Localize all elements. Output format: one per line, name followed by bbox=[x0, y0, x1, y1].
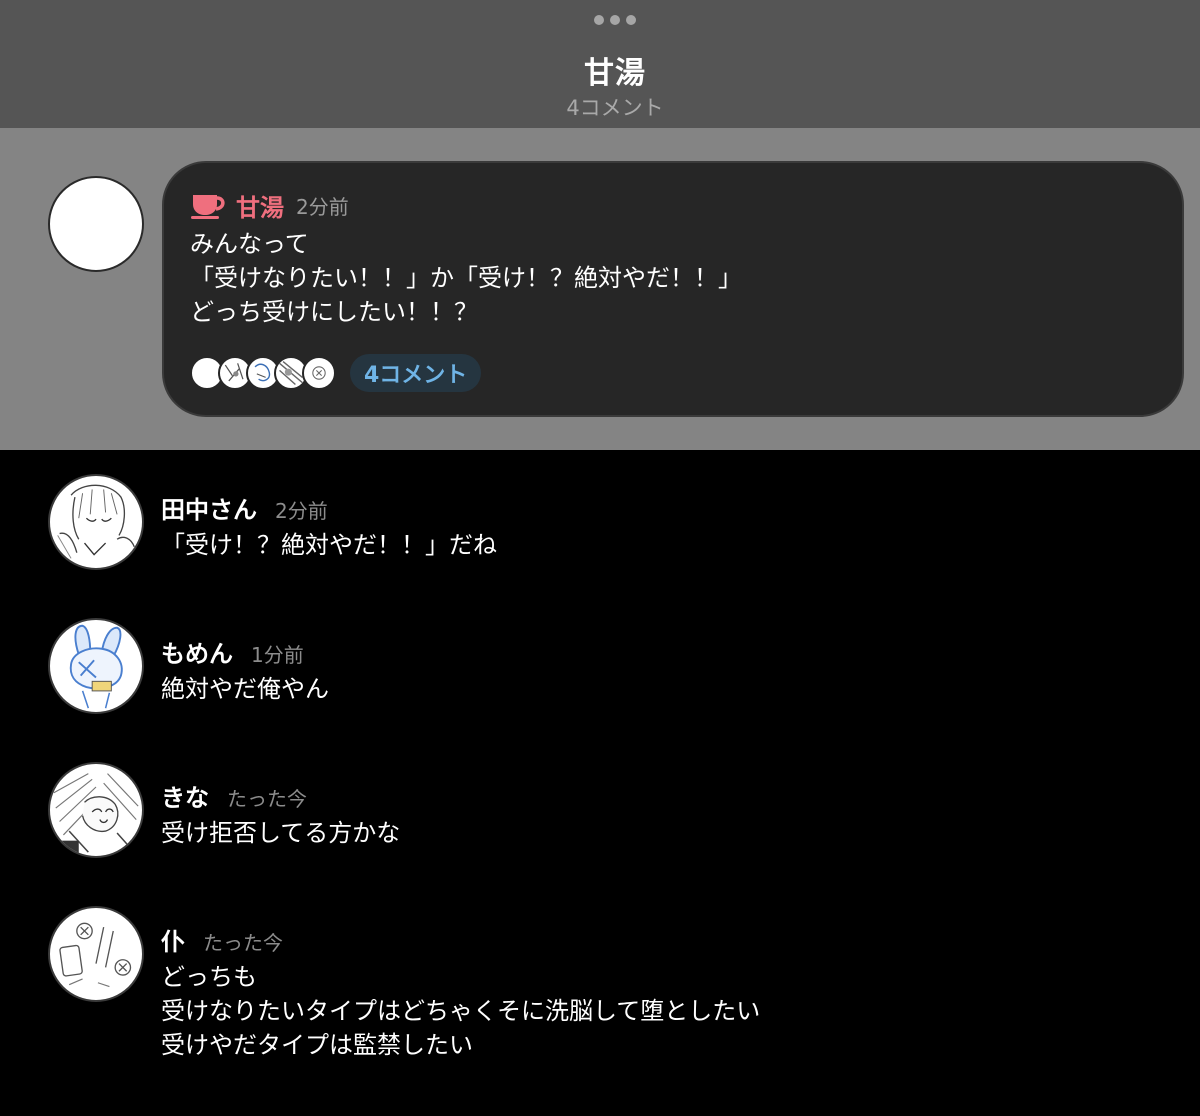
avatar[interactable] bbox=[48, 762, 144, 858]
avatar[interactable] bbox=[48, 176, 144, 272]
teacup-icon bbox=[191, 195, 225, 219]
thread-header: 甘湯 4コメント bbox=[0, 0, 1200, 128]
comment-author[interactable]: きな bbox=[161, 778, 209, 813]
post-footer: 4コメント bbox=[190, 353, 482, 393]
list-item: きな たった今 受け拒否してる方かな bbox=[0, 762, 1200, 882]
list-item: もめん 1分前 絶対やだ俺やん bbox=[0, 618, 1200, 738]
comment-header: 仆 たった今 bbox=[161, 922, 283, 957]
comment-timestamp: たった今 bbox=[227, 787, 307, 811]
post-author-name[interactable]: 甘湯 bbox=[236, 188, 284, 223]
comment-header: もめん 1分前 bbox=[161, 634, 304, 669]
comment-author[interactable]: 仆 bbox=[161, 922, 185, 957]
avatar[interactable] bbox=[48, 906, 144, 1002]
comment-timestamp: 1分前 bbox=[251, 643, 304, 667]
comment-body: 受け拒否してる方かな bbox=[161, 819, 401, 847]
comment-author[interactable]: 田中さん bbox=[161, 490, 257, 525]
thread-view: 甘湯 4コメント 甘湯 2分前 みんなって 「受けなりたい！！」か「受け！？絶対… bbox=[0, 0, 1200, 1116]
post-timestamp: 2分前 bbox=[296, 194, 349, 219]
avatar[interactable] bbox=[48, 474, 144, 570]
comment-count-button[interactable]: 4コメント bbox=[350, 354, 482, 392]
post-body: みんなって 「受けなりたい！！」か「受け！？絶対やだ！！」 どっち受けにしたい！… bbox=[190, 230, 742, 326]
post-header: 甘湯 2分前 bbox=[190, 187, 349, 223]
list-item: 田中さん 2分前 「受け！？絶対やだ！！」だね bbox=[0, 474, 1200, 594]
list-item: 仆 たった今 どっちも 受けなりたいタイプはどちゃくそに洗脳して堕としたい 受け… bbox=[0, 906, 1200, 1086]
avatar[interactable] bbox=[48, 618, 144, 714]
page-title: 甘湯 bbox=[584, 56, 646, 91]
comment-timestamp: たった今 bbox=[203, 931, 283, 955]
comment-header: きな たった今 bbox=[161, 778, 307, 813]
more-dots-icon[interactable] bbox=[591, 13, 639, 27]
original-post-area: 甘湯 2分前 みんなって 「受けなりたい！！」か「受け！？絶対やだ！！」 どっち… bbox=[0, 128, 1200, 450]
commenter-avatar bbox=[302, 356, 336, 390]
comment-header: 田中さん 2分前 bbox=[161, 490, 328, 525]
comment-body: 絶対やだ俺やん bbox=[161, 675, 329, 703]
comment-author[interactable]: もめん bbox=[161, 634, 233, 669]
comment-body: どっちも 受けなりたいタイプはどちゃくそに洗脳して堕としたい 受けやだタイプは監… bbox=[161, 963, 761, 1059]
comment-timestamp: 2分前 bbox=[275, 499, 328, 523]
post-bubble[interactable]: 甘湯 2分前 みんなって 「受けなりたい！！」か「受け！？絶対やだ！！」 どっち… bbox=[162, 161, 1184, 417]
comment-body: 「受け！？絶対やだ！！」だね bbox=[161, 531, 497, 559]
comment-count-subtitle: 4コメント bbox=[566, 96, 664, 120]
commenter-avatars[interactable] bbox=[190, 356, 336, 390]
